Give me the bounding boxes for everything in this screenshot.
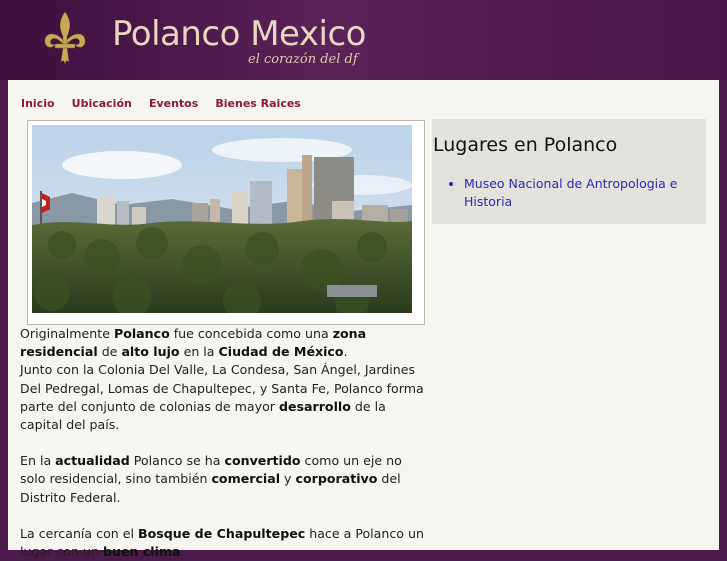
text-run: Polanco se ha: [129, 453, 225, 469]
bold-run: desarrollo: [278, 398, 351, 414]
main-nav: Inicio Ubicación Eventos Bienes Raices: [21, 92, 313, 111]
bold-run: alto lujo: [121, 344, 180, 360]
text-run: en la: [179, 344, 219, 360]
text-run: Originalmente: [20, 326, 114, 341]
text-run: fue concebida como una: [169, 326, 333, 341]
main-content: Originalmente Polanco fue concebida como…: [20, 120, 428, 561]
bold-run: Bosque de Chapultepec: [138, 525, 306, 541]
text-run: de: [97, 344, 122, 360]
fleur-de-lis-icon: [44, 11, 86, 65]
sidebar-lugares: Lugares en Polanco Museo Nacional de Ant…: [432, 119, 706, 224]
paragraph-actualidad: En la actualidad Polanco se ha convertid…: [20, 452, 428, 507]
site-title[interactable]: Polanco Mexico: [112, 14, 366, 54]
text-run: y: [280, 471, 296, 487]
intro-text: Originalmente Polanco fue concebida como…: [20, 325, 428, 561]
sidebar-list: Museo Nacional de Antropologia e Histori…: [444, 175, 694, 211]
list-item: Museo Nacional de Antropologia e Histori…: [464, 175, 694, 211]
page-container: Inicio Ubicación Eventos Bienes Raices O…: [8, 80, 719, 559]
site-tagline: el corazón del df: [248, 52, 358, 67]
bold-run: Polanco: [113, 326, 170, 341]
bold-run: Ciudad de México: [218, 344, 344, 360]
bold-run: comercial: [211, 471, 281, 487]
nav-inicio[interactable]: Inicio: [21, 97, 55, 110]
bold-run: actualidad: [55, 453, 130, 469]
nav-bienes-raices[interactable]: Bienes Raices: [215, 97, 300, 110]
link-museo-antropologia[interactable]: Museo Nacional de Antropologia e Histori…: [464, 176, 677, 209]
text-run: .: [180, 544, 185, 560]
paragraph-intro: Originalmente Polanco fue concebida como…: [20, 325, 428, 434]
skyline-photo: [27, 120, 425, 325]
nav-ubicacion[interactable]: Ubicación: [72, 97, 132, 110]
sidebar-title: Lugares en Polanco: [433, 134, 618, 156]
text-run: En la: [20, 453, 56, 469]
skyline-image: [32, 125, 412, 313]
nav-eventos[interactable]: Eventos: [149, 97, 198, 110]
site-header: Polanco Mexico el corazón del df: [0, 0, 727, 80]
text-run: .: [343, 344, 348, 360]
bold-run: corporativo: [295, 471, 378, 487]
text-run: La cercanía con el: [20, 525, 139, 541]
bold-run: buen clima: [102, 544, 181, 560]
bold-run: convertido: [224, 453, 301, 469]
paragraph-clima: La cercanía con el Bosque de Chapultepec…: [20, 525, 428, 561]
